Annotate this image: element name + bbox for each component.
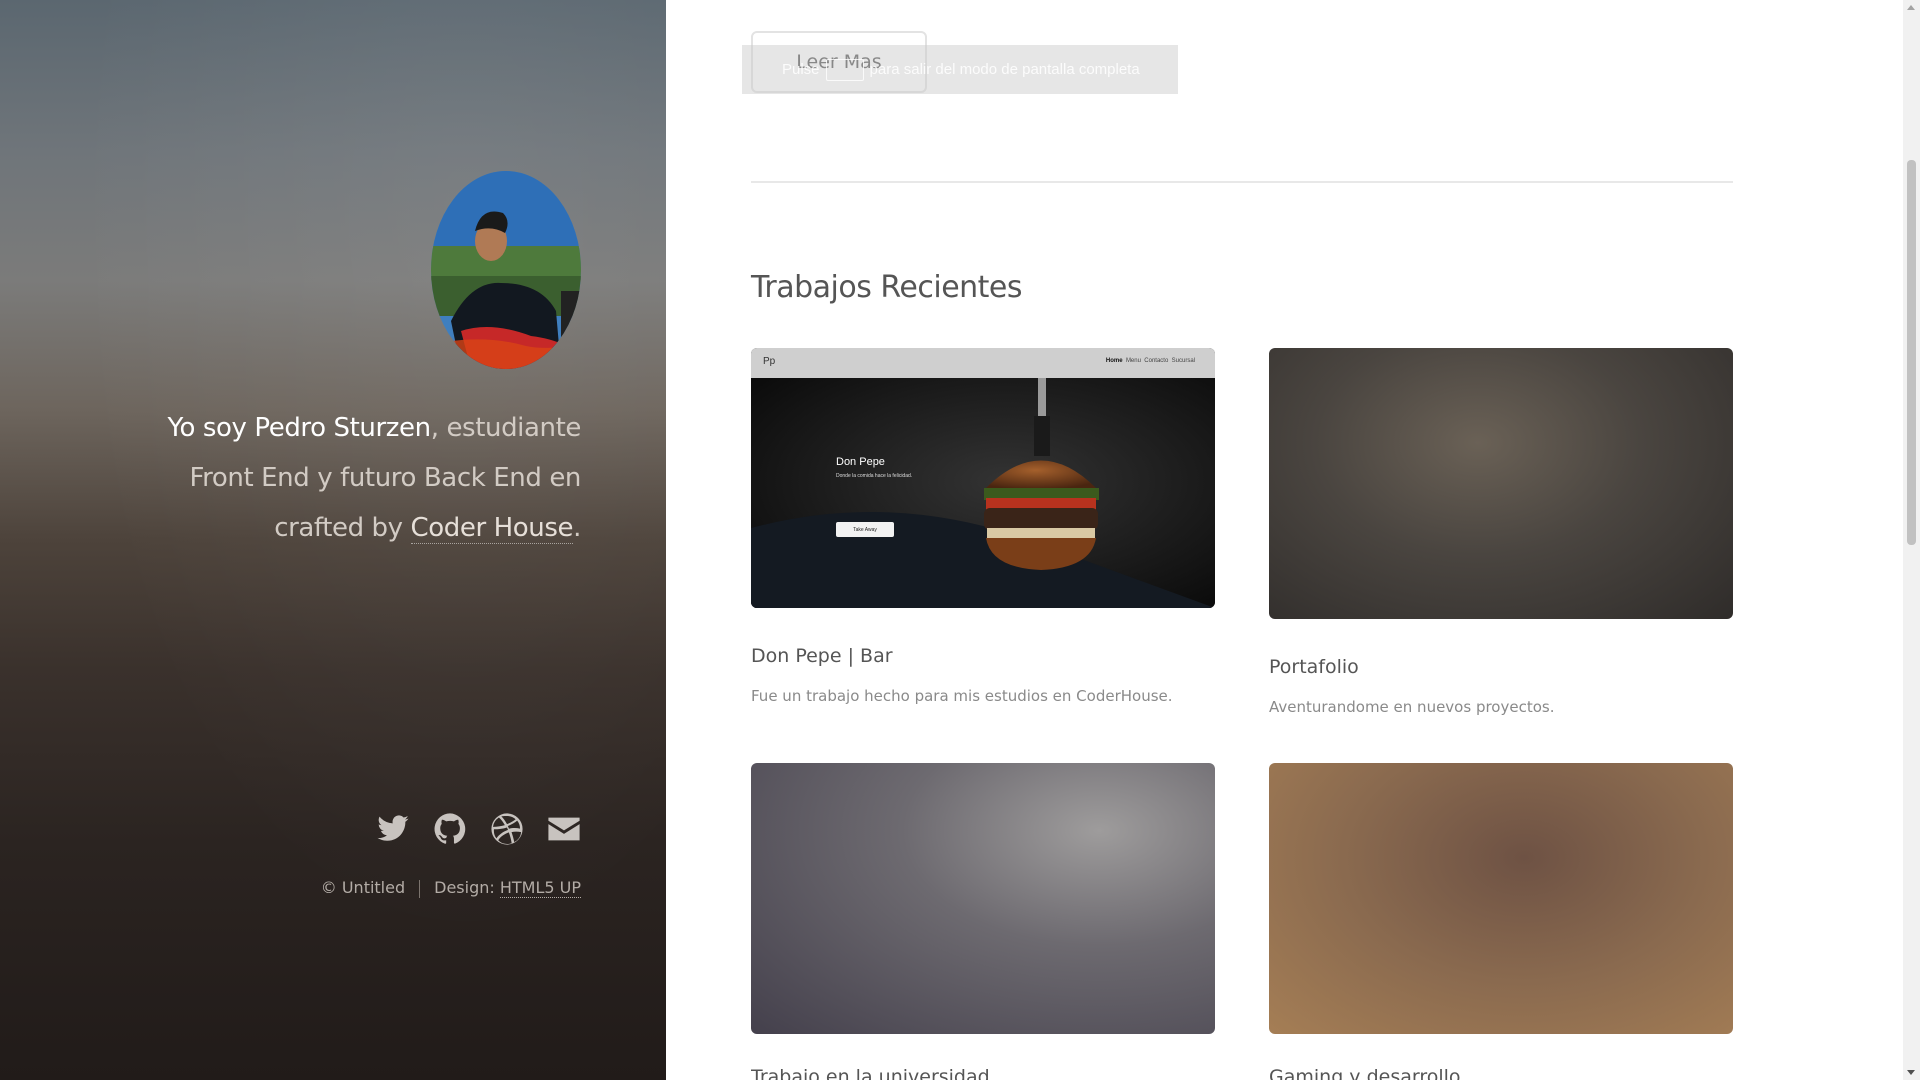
- intro-text: Yo soy Pedro Sturzen, estudiante Front E…: [150, 403, 581, 553]
- fullscreen-notice-after: para salir del modo de pantalla completa: [869, 61, 1140, 78]
- burger-image: [751, 378, 1215, 608]
- dribbble-icon[interactable]: [490, 812, 524, 846]
- preview-nav-home: Home: [1105, 358, 1123, 364]
- work-thumbnail-4[interactable]: [1269, 763, 1733, 1034]
- social-links: [371, 812, 581, 852]
- section-divider: [751, 181, 1733, 183]
- intro-name: Yo soy Pedro Sturzen: [167, 413, 431, 443]
- twitter-icon[interactable]: [376, 812, 410, 846]
- scroll-up-arrow-icon[interactable]: [1907, 5, 1915, 10]
- preview-navbar: Pp Home Menu Contacto Sucursal: [751, 348, 1215, 378]
- scroll-down-arrow-icon[interactable]: [1907, 1070, 1915, 1075]
- work-thumbnail-don-pepe[interactable]: Pp Home Menu Contacto Sucursal Don Pepe …: [751, 348, 1215, 608]
- preview-nav: Home Menu Contacto Sucursal: [1106, 358, 1195, 364]
- work-description: Aventurandome en nuevos proyectos.: [1269, 698, 1555, 716]
- intro-end: .: [573, 513, 581, 543]
- preview-nav-sucursal: Sucursal: [1171, 358, 1195, 364]
- coder-house-link[interactable]: Coder House: [410, 513, 574, 544]
- design-label: Design:: [434, 878, 500, 897]
- preview-subheading: Donde la comida hace la felicidad.: [836, 473, 913, 479]
- preview-logo: Pp: [763, 356, 776, 367]
- preview-take-away-button: Take Away: [836, 522, 894, 537]
- esc-key-icon: [825, 58, 864, 81]
- github-icon[interactable]: [433, 812, 467, 846]
- preview-nav-menu: Menu: [1125, 358, 1141, 364]
- preview-nav-contacto: Contacto: [1144, 358, 1169, 364]
- work-description: Fue un trabajo hecho para mis estudios e…: [751, 687, 1173, 705]
- section-title: Trabajos Recientes: [751, 270, 1023, 305]
- copyright-text: © Untitled: [320, 878, 406, 897]
- preview-heading: Don Pepe: [836, 456, 885, 468]
- fullscreen-notice: Pulse para salir del modo de pantalla co…: [742, 45, 1178, 94]
- work-title[interactable]: Trabajo en la universidad: [751, 1066, 990, 1080]
- html5up-link[interactable]: HTML5 UP: [499, 878, 581, 898]
- work-title[interactable]: Portafolio: [1269, 656, 1359, 678]
- scroll-thumb[interactable]: [1907, 160, 1916, 545]
- work-thumbnail-3[interactable]: [751, 763, 1215, 1034]
- work-title[interactable]: Don Pepe | Bar: [751, 645, 893, 667]
- copyright-divider: [419, 879, 421, 898]
- page-scrollbar[interactable]: [1903, 0, 1920, 1080]
- avatar: [431, 171, 581, 369]
- envelope-icon[interactable]: [547, 812, 581, 846]
- work-thumbnail-portafolio[interactable]: [1269, 348, 1733, 619]
- fullscreen-notice-before: Pulse: [782, 61, 820, 78]
- hero-sidebar: Yo soy Pedro Sturzen, estudiante Front E…: [0, 0, 666, 1080]
- work-title[interactable]: Gaming y desarrollo: [1269, 1066, 1461, 1080]
- copyright: © Untitled Design: HTML5 UP: [321, 878, 581, 898]
